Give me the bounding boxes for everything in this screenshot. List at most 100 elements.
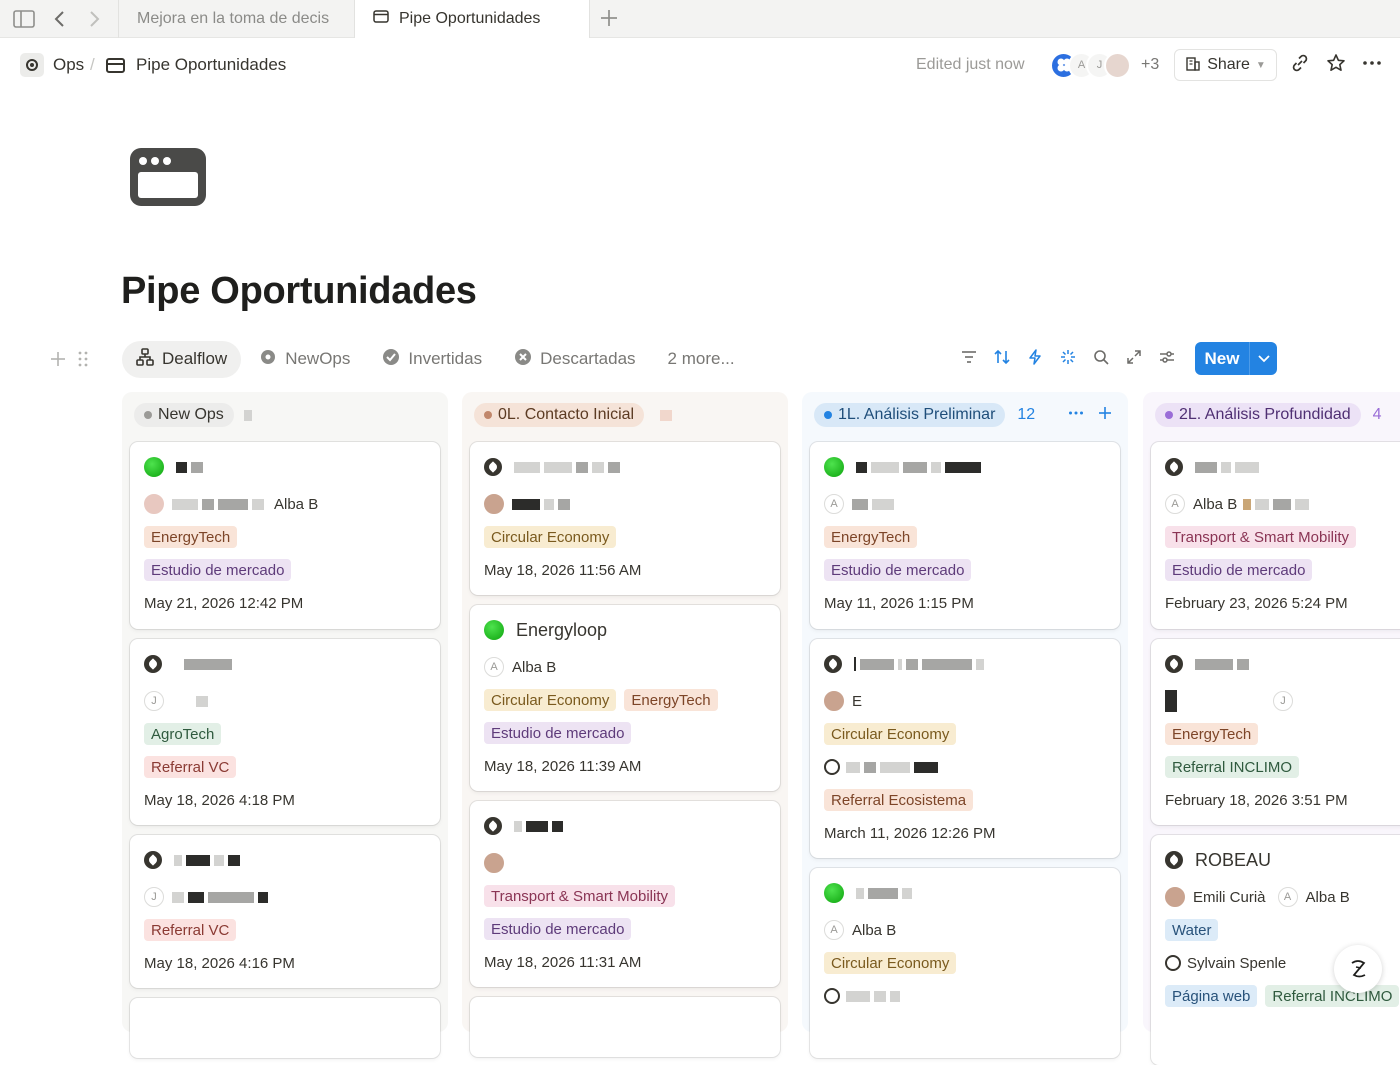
collaborator-avatars[interactable]: A J [1050, 51, 1131, 79]
compass-icon [144, 851, 162, 869]
breadcrumb-page[interactable]: Pipe Oportunidades [106, 53, 286, 77]
card-tags: EnergyTech [1165, 722, 1266, 746]
board-card[interactable]: A Alba B Circular Economy [810, 868, 1120, 1058]
tag-pill: EnergyTech [624, 689, 718, 711]
new-tab-plus-icon[interactable] [600, 7, 618, 33]
board-card[interactable] [470, 997, 780, 1057]
column-tag: New Ops [134, 403, 234, 427]
filter-icon[interactable] [960, 350, 978, 369]
search-icon[interactable] [1092, 349, 1110, 370]
board-card[interactable]: Energyloop A Alba B Circular Economy Energ… [470, 605, 780, 791]
board-card[interactable]: J EnergyTech Referral INCLIMO February 1… [1151, 639, 1400, 825]
database-views: Dealflow NewOps Invertidas Descartadas 2… [122, 340, 753, 378]
tag-pill: Circular Economy [824, 952, 957, 974]
avatar [1104, 51, 1131, 79]
tab-pipe-oportunidades[interactable]: Pipe Oportunidades [354, 0, 590, 38]
share-button[interactable]: Share ▼ [1174, 49, 1277, 81]
avatar [144, 494, 164, 514]
board-column-new-ops: New Ops Alba B EnergyTech Estudio de mer… [122, 392, 448, 1058]
tag-pill: Estudio de mercado [824, 559, 972, 581]
view-tab-invertidas[interactable]: Invertidas [368, 341, 496, 378]
column-header[interactable]: 1L. Análisis Preliminar 12 [814, 403, 1035, 427]
tab-label: Pipe Oportunidades [399, 10, 541, 27]
column-header[interactable]: 2L. Análisis Profundidad 4 [1155, 403, 1382, 427]
extra-collaborators-count[interactable]: +3 [1141, 56, 1159, 74]
workspace-icon [20, 53, 44, 77]
card-title-text: ROBEAU [1195, 849, 1272, 870]
card-people: A Alba B [1165, 492, 1313, 516]
automation-lightning-icon[interactable] [1026, 348, 1044, 370]
link-icon[interactable] [1290, 53, 1310, 79]
more-views-button[interactable]: 2 more... [654, 341, 749, 378]
board-card[interactable]: J Referral VC May 18, 2026 4:16 PM [130, 835, 440, 988]
tab-mejora[interactable]: Mejora en la toma de decis [118, 0, 354, 38]
tag-pill: Referral VC [144, 919, 237, 941]
tag-pill: Referral Ecosistema [824, 789, 974, 811]
chevron-down-icon: ▼ [1255, 59, 1266, 71]
card-title-text: Energyloop [516, 619, 608, 640]
drag-handle-icon[interactable] [46, 349, 92, 374]
back-arrow-icon[interactable] [48, 7, 72, 31]
board-card[interactable]: A EnergyTech Estudio de mercado May 11, … [810, 442, 1120, 629]
verified-badge-icon [382, 348, 400, 371]
new-button[interactable]: New [1195, 342, 1277, 375]
tag-pill: Página web [1165, 985, 1258, 1007]
board-card[interactable] [130, 998, 440, 1058]
column-label: New Ops [158, 406, 224, 423]
sort-icon[interactable] [993, 349, 1011, 370]
chevron-down-icon[interactable] [1249, 342, 1277, 375]
share-label: Share [1207, 56, 1250, 73]
board-card[interactable]: Alba B EnergyTech Estudio de mercado May… [130, 442, 440, 629]
view-tab-descartadas[interactable]: Descartadas [500, 341, 649, 378]
compass-icon [1165, 851, 1183, 869]
count-redacted [660, 409, 673, 421]
board-card[interactable]: Transport & Smart Mobility Estudio de me… [470, 801, 780, 987]
board-card[interactable]: Circular Economy May 18, 2026 11:56 AM [470, 442, 780, 595]
board-column-analisis-profundidad: 2L. Análisis Profundidad 4 A Alba B Trans… [1143, 392, 1400, 1065]
ai-sparkle-icon[interactable] [1059, 349, 1077, 370]
person-circle-icon [824, 759, 840, 775]
card-tags: Referral INCLIMO [1165, 755, 1307, 779]
card-people: E [824, 689, 862, 713]
column-more-icon[interactable] [1068, 405, 1084, 426]
column-header[interactable]: 0L. Contacto Inicial [474, 403, 676, 427]
count-redacted [243, 409, 252, 421]
column-add-plus-icon[interactable] [1097, 405, 1113, 426]
tag-pill: Transport & Smart Mobility [1165, 526, 1356, 548]
avatar: J [144, 887, 164, 907]
ai-assistant-button[interactable] [1334, 945, 1382, 993]
tag-pill: Circular Economy [824, 723, 957, 745]
column-label: 1L. Análisis Preliminar [838, 406, 996, 423]
board-card[interactable]: J AgroTech Referral VC May 18, 2026 4:18… [130, 639, 440, 825]
card-contact [824, 755, 942, 779]
more-options-icon[interactable] [1361, 53, 1383, 79]
column-header[interactable]: New Ops [134, 403, 256, 427]
star-icon[interactable] [1326, 53, 1346, 79]
page-browser-icon[interactable] [130, 148, 206, 206]
breadcrumb-workspace[interactable]: Ops [20, 53, 84, 77]
status-dot [1165, 411, 1173, 419]
tag-pill: Referral INCLIMO [1165, 756, 1300, 778]
avatar [824, 691, 844, 711]
avatar: A [1165, 494, 1185, 514]
settings-sliders-icon[interactable] [1158, 349, 1176, 370]
forward-arrow-icon[interactable] [82, 7, 106, 31]
board-card[interactable]: A Alba B Transport & Smart Mobility Estud… [1151, 442, 1400, 629]
card-date: March 11, 2026 12:26 PM [824, 824, 996, 842]
expand-icon[interactable] [1125, 349, 1143, 370]
card-tags: Referral VC [144, 918, 244, 942]
sitemap-icon [136, 347, 154, 371]
board-card[interactable]: E Circular Economy Referral Ecosistema M… [810, 639, 1120, 858]
status-dot [484, 411, 492, 419]
card-title [824, 651, 988, 677]
person-initial: E [852, 692, 863, 710]
sidebar-toggle-icon[interactable] [12, 7, 36, 31]
card-title [484, 454, 624, 480]
breadcrumb-workspace-label: Ops [53, 55, 85, 74]
view-tab-dealflow[interactable]: Dealflow [122, 340, 242, 378]
card-date: May 21, 2026 12:42 PM [144, 594, 304, 612]
column-tag: 1L. Análisis Preliminar [814, 403, 1006, 427]
card-tags: Estudio de mercado [484, 917, 639, 941]
view-tab-newops[interactable]: NewOps [245, 341, 364, 378]
card-people: Emili Curià A Alba B [1165, 885, 1350, 909]
